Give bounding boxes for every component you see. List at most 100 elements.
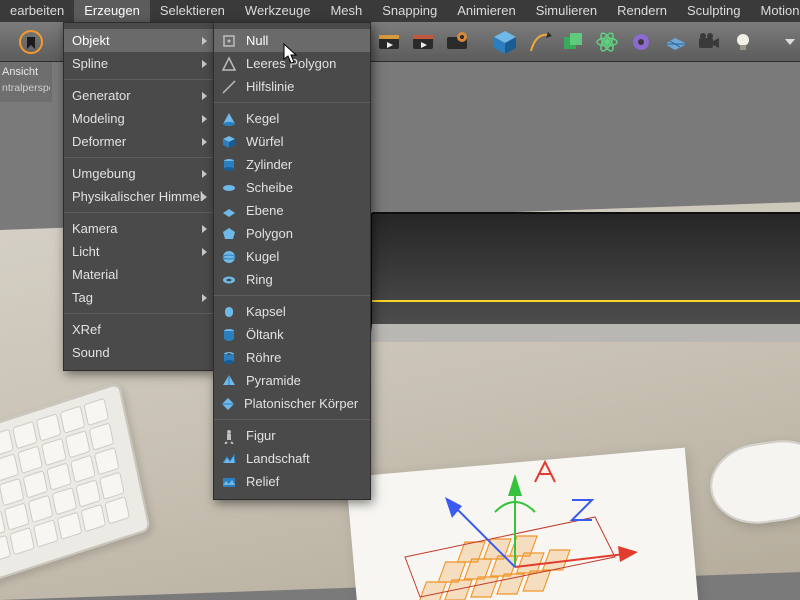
submenu-item-label: Röhre	[246, 350, 281, 365]
submenu-arrow-icon	[202, 115, 207, 123]
triangle-icon	[220, 55, 238, 73]
menu-sculpting[interactable]: Sculpting	[677, 0, 750, 22]
submenu-item-relief[interactable]: Relief	[214, 470, 370, 493]
menu-animieren[interactable]: Animieren	[447, 0, 526, 22]
capsule-icon	[220, 303, 238, 321]
submenu-item-öltank[interactable]: Öltank	[214, 323, 370, 346]
objekt-submenu[interactable]: Null Leeres PolygonHilfslinie Kegel WürfelZ…	[213, 22, 371, 500]
menu-item-licht[interactable]: Licht	[64, 240, 213, 263]
submenu-item-hilfslinie[interactable]: Hilfslinie	[214, 75, 370, 98]
tool-cursor-arrow[interactable]	[16, 27, 46, 57]
menu-item-spline[interactable]: Spline	[64, 52, 213, 75]
submenu-item-ebene[interactable]: Ebene	[214, 199, 370, 222]
platonic-icon	[220, 395, 236, 413]
menu-item-label: Umgebung	[72, 166, 136, 181]
view-menu-label[interactable]: Ansicht	[2, 66, 50, 78]
submenu-item-kegel[interactable]: Kegel	[214, 107, 370, 130]
menu-item-label: Kamera	[72, 221, 118, 236]
submenu-item-label: Null	[246, 33, 268, 48]
tool-floor-plane[interactable]	[660, 27, 690, 57]
submenu-item-scheibe[interactable]: Scheibe	[214, 176, 370, 199]
menu-item-physikalischer-himmel[interactable]: Physikalischer Himmel	[64, 185, 213, 208]
tool-gear-deform[interactable]	[626, 27, 656, 57]
menu-item-objekt[interactable]: Objekt	[64, 29, 213, 52]
submenu-item-polygon[interactable]: Polygon	[214, 222, 370, 245]
menu-item-label: Objekt	[72, 33, 110, 48]
menu-item-umgebung[interactable]: Umgebung	[64, 162, 213, 185]
tool-film-b[interactable]	[408, 27, 438, 57]
sphere-icon	[220, 248, 238, 266]
menu-item-kamera[interactable]: Kamera	[64, 217, 213, 240]
submenu-item-label: Kapsel	[246, 304, 286, 319]
axis-gizmo[interactable]	[400, 462, 700, 600]
menu-separator	[64, 79, 213, 80]
polygon-icon	[220, 225, 238, 243]
tool-film-gear[interactable]	[442, 27, 472, 57]
menu-selektieren[interactable]: Selektieren	[150, 0, 235, 22]
submenu-item-null[interactable]: Null	[214, 29, 370, 52]
menu-item-label: Modeling	[72, 111, 125, 126]
tool-atom-simulate[interactable]	[592, 27, 622, 57]
tool-camera[interactable]	[694, 27, 724, 57]
submenu-item-landschaft[interactable]: Landschaft	[214, 447, 370, 470]
submenu-arrow-icon	[202, 92, 207, 100]
menu-item-deformer[interactable]: Deformer	[64, 130, 213, 153]
submenu-item-pyramide[interactable]: Pyramide	[214, 369, 370, 392]
menu-werkzeuge[interactable]: Werkzeuge	[235, 0, 321, 22]
toolbar-options-icon[interactable]	[782, 30, 798, 54]
pyramid-icon	[220, 372, 238, 390]
erzeugen-menu[interactable]: Objekt Spline Generator Modeling Deformer Umg…	[63, 22, 214, 371]
submenu-item-label: Ring	[246, 272, 273, 287]
menubar: earbeiten ErzeugenSelektierenWerkzeugeMe…	[0, 0, 800, 22]
null-icon	[220, 32, 238, 50]
tool-pen-spline[interactable]	[524, 27, 554, 57]
menu-item-sound[interactable]: Sound	[64, 341, 213, 364]
menu-simulieren[interactable]: Simulieren	[526, 0, 607, 22]
menu-separator	[64, 313, 213, 314]
submenu-item-label: Relief	[246, 474, 279, 489]
submenu-item-figur[interactable]: Figur	[214, 424, 370, 447]
submenu-item-ring[interactable]: Ring	[214, 268, 370, 291]
cube-icon	[220, 133, 238, 151]
menu-rendern[interactable]: Rendern	[607, 0, 677, 22]
submenu-arrow-icon	[202, 225, 207, 233]
tool-cube-primitive[interactable]	[490, 27, 520, 57]
menu-separator	[214, 102, 370, 103]
axis-marker-a	[535, 462, 555, 482]
menu-item-tag[interactable]: Tag	[64, 286, 213, 309]
menu-item-label: Spline	[72, 56, 108, 71]
submenu-item-kugel[interactable]: Kugel	[214, 245, 370, 268]
submenu-item-label: Landschaft	[246, 451, 310, 466]
menu-snapping[interactable]: Snapping	[372, 0, 447, 22]
relief-icon	[220, 473, 238, 491]
guide-icon	[220, 78, 238, 96]
submenu-item-label: Ebene	[246, 203, 284, 218]
menu-item-xref[interactable]: XRef	[64, 318, 213, 341]
cone-icon	[220, 110, 238, 128]
landscape-icon	[220, 450, 238, 468]
tool-cube-array[interactable]	[558, 27, 588, 57]
menu-erzeugen[interactable]: Erzeugen	[74, 0, 150, 22]
menu-item-modeling[interactable]: Modeling	[64, 107, 213, 130]
submenu-item-label: Kegel	[246, 111, 279, 126]
menu-mesh[interactable]: Mesh	[320, 0, 372, 22]
submenu-item-platonischer-körper[interactable]: Platonischer Körper	[214, 392, 370, 415]
tool-film-a[interactable]	[374, 27, 404, 57]
menu-item-label: Sound	[72, 345, 110, 360]
tool-light-bulb[interactable]	[728, 27, 758, 57]
submenu-item-kapsel[interactable]: Kapsel	[214, 300, 370, 323]
menu-separator	[64, 212, 213, 213]
menu-motion tracker[interactable]: Motion Tracker	[751, 0, 800, 22]
figure-icon	[220, 427, 238, 445]
submenu-item-würfel[interactable]: Würfel	[214, 130, 370, 153]
menu-item-generator[interactable]: Generator	[64, 84, 213, 107]
menu-item-label: Material	[72, 267, 118, 282]
backdrop-monitor	[370, 212, 800, 342]
menu-item-material[interactable]: Material	[64, 263, 213, 286]
submenu-item-label: Polygon	[246, 226, 293, 241]
menu-separator	[214, 295, 370, 296]
menu-item-label: Licht	[72, 244, 99, 259]
submenu-item-leeres-polygon[interactable]: Leeres Polygon	[214, 52, 370, 75]
submenu-item-zylinder[interactable]: Zylinder	[214, 153, 370, 176]
submenu-item-röhre[interactable]: Röhre	[214, 346, 370, 369]
